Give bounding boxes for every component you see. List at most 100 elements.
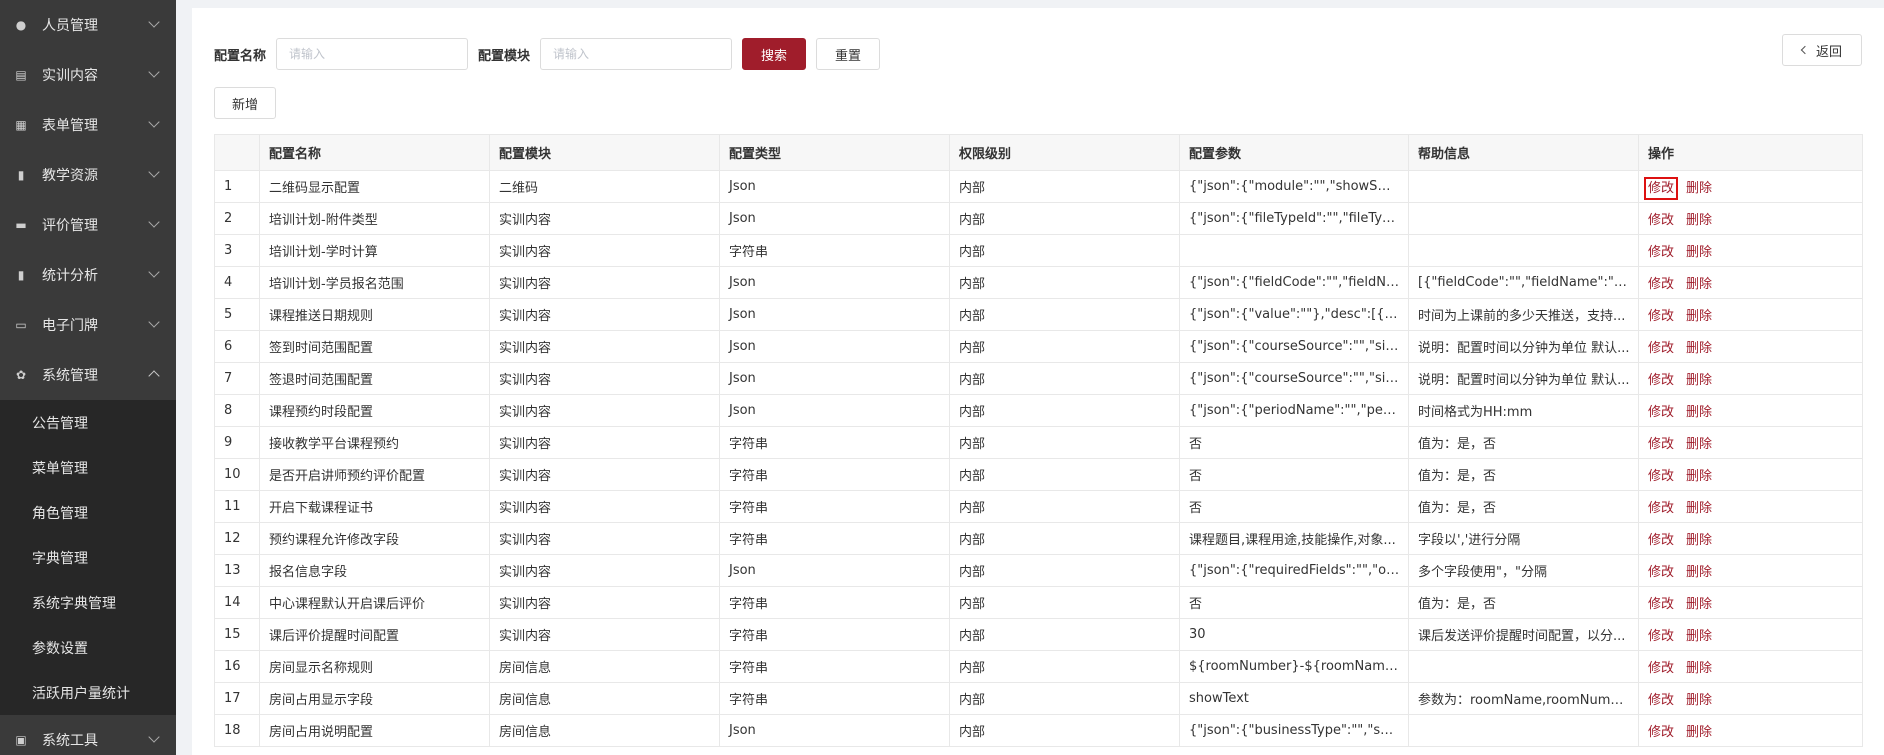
table-cell xyxy=(1408,234,1639,267)
delete-link[interactable]: 删除 xyxy=(1686,181,1712,196)
sidebar-item-4[interactable]: ▮ 教学资源 xyxy=(0,150,176,200)
toolbox-icon: ▣ xyxy=(15,733,27,747)
table-cell xyxy=(1408,714,1639,747)
system-submenu: 公告管理 菜单管理 角色管理 字典管理 系统字典管理 参数设置 活跃用户量统计 xyxy=(0,400,176,715)
submenu-item-1[interactable]: 公告管理 xyxy=(0,400,176,445)
edit-link[interactable]: 修改 xyxy=(1648,629,1674,644)
edit-link[interactable]: 修改 xyxy=(1648,277,1674,292)
edit-link[interactable]: 修改 xyxy=(1643,177,1679,200)
config-module-input[interactable] xyxy=(540,38,733,70)
edit-link[interactable]: 修改 xyxy=(1648,373,1674,388)
table-cell: 值为：是，否 xyxy=(1408,490,1639,523)
edit-link[interactable]: 修改 xyxy=(1648,533,1674,548)
search-button[interactable]: 搜索 xyxy=(742,38,807,70)
delete-link[interactable]: 删除 xyxy=(1686,277,1712,292)
delete-link[interactable]: 删除 xyxy=(1686,533,1712,548)
sidebar-item-5[interactable]: ▬ 评价管理 xyxy=(0,200,176,250)
add-button[interactable]: 新增 xyxy=(214,87,276,119)
table-cell: 17 xyxy=(214,682,260,715)
search-bar: 配置名称 配置模块 搜索 重置 xyxy=(214,34,881,74)
submenu-item-3[interactable]: 角色管理 xyxy=(0,490,176,535)
chevron-down-icon xyxy=(148,116,160,128)
operations-cell: 修改 删除 xyxy=(1638,490,1863,523)
table-row: 4 培训计划-学员报名范围 实训内容 Json 内部 {"json":{"fieldCod… xyxy=(214,266,1863,299)
edit-link[interactable]: 修改 xyxy=(1648,661,1674,676)
delete-link[interactable]: 删除 xyxy=(1686,341,1712,356)
sidebar-item-3[interactable]: ▦ 表单管理 xyxy=(0,100,176,150)
submenu-item-5[interactable]: 系统字典管理 xyxy=(0,580,176,625)
submenu-item-6[interactable]: 参数设置 xyxy=(0,625,176,670)
delete-link[interactable]: 删除 xyxy=(1686,437,1712,452)
table-cell: 9 xyxy=(214,426,260,459)
table-cell: Json xyxy=(719,554,950,587)
reset-button[interactable]: 重置 xyxy=(816,38,881,70)
table-cell: 课程推送日期规则 xyxy=(259,298,490,331)
config-name-input[interactable] xyxy=(276,38,469,70)
table-cell: {"json":{"fileTypeId":"","fileTypeNam... xyxy=(1179,202,1409,235)
sidebar-item-2[interactable]: ▤ 实训内容 xyxy=(0,50,176,100)
edit-link[interactable]: 修改 xyxy=(1648,725,1674,740)
table-cell xyxy=(1408,202,1639,235)
sidebar-item-1[interactable]: ● 人员管理 xyxy=(0,0,176,50)
edit-link[interactable]: 修改 xyxy=(1648,597,1674,612)
table-cell: 实训内容 xyxy=(489,458,720,491)
submenu-item-7[interactable]: 活跃用户量统计 xyxy=(0,670,176,715)
edit-link[interactable]: 修改 xyxy=(1648,693,1674,708)
back-button[interactable]: 返回 xyxy=(1782,34,1862,66)
edit-link[interactable]: 修改 xyxy=(1648,501,1674,516)
delete-link[interactable]: 删除 xyxy=(1686,245,1712,260)
submenu-item-2[interactable]: 菜单管理 xyxy=(0,445,176,490)
delete-link[interactable]: 删除 xyxy=(1686,693,1712,708)
edit-link[interactable]: 修改 xyxy=(1648,341,1674,356)
delete-link[interactable]: 删除 xyxy=(1686,469,1712,484)
edit-link[interactable]: 修改 xyxy=(1648,245,1674,260)
table-cell: 内部 xyxy=(949,490,1180,523)
table-cell: 18 xyxy=(214,714,260,747)
column-header: 权限级别 xyxy=(949,134,1180,171)
table-cell: 内部 xyxy=(949,394,1180,427)
submenu-item-4[interactable]: 字典管理 xyxy=(0,535,176,580)
delete-link[interactable]: 删除 xyxy=(1686,373,1712,388)
table-row: 6 签到时间范围配置 实训内容 Json 内部 {"json":{"courseSourc… xyxy=(214,330,1863,363)
chevron-down-icon xyxy=(148,216,160,228)
table-cell: 二维码 xyxy=(489,170,720,203)
edit-link[interactable]: 修改 xyxy=(1648,469,1674,484)
book-icon: ▮ xyxy=(17,168,25,182)
table-row: 9 接收教学平台课程预约 实训内容 字符串 内部否值为：是，否 修改 删除 xyxy=(214,426,1863,459)
sidebar-item-6[interactable]: ▮ 统计分析 xyxy=(0,250,176,300)
table-row: 10 是否开启讲师预约评价配置 实训内容 字符串 内部否值为：是，否 修改 删除 xyxy=(214,458,1863,491)
delete-link[interactable]: 删除 xyxy=(1686,725,1712,740)
delete-link[interactable]: 删除 xyxy=(1686,501,1712,516)
delete-link[interactable]: 删除 xyxy=(1686,213,1712,228)
sidebar-item-7[interactable]: ▭ 电子门牌 xyxy=(0,300,176,350)
edit-link[interactable]: 修改 xyxy=(1648,405,1674,420)
sidebar-item-8[interactable]: ✿ 系统管理 xyxy=(0,350,176,400)
table-cell: 6 xyxy=(214,330,260,363)
table-cell: 内部 xyxy=(949,426,1180,459)
table-header: 配置名称 配置模块 配置类型 权限级别 配置参数 帮助信息 操作 xyxy=(214,134,1863,171)
column-header xyxy=(214,134,260,171)
table-cell: 内部 xyxy=(949,234,1180,267)
table-cell: 否 xyxy=(1179,490,1409,523)
operations-cell: 修改 删除 xyxy=(1638,650,1863,683)
delete-link[interactable]: 删除 xyxy=(1686,661,1712,676)
column-header: 操作 xyxy=(1638,134,1863,171)
delete-link[interactable]: 删除 xyxy=(1686,597,1712,612)
table-cell: Json xyxy=(719,170,950,203)
edit-link[interactable]: 修改 xyxy=(1648,437,1674,452)
rating-icon: ▬ xyxy=(15,218,27,232)
table-cell: 3 xyxy=(214,234,260,267)
delete-link[interactable]: 删除 xyxy=(1686,629,1712,644)
table-row: 1 二维码显示配置 二维码 Json 内部 {"json":{"module":"","s… xyxy=(214,170,1863,203)
sidebar-item-tools[interactable]: ▣ 系统工具 xyxy=(0,715,176,755)
edit-link[interactable]: 修改 xyxy=(1648,213,1674,228)
table-cell: 签到时间范围配置 xyxy=(259,330,490,363)
delete-link[interactable]: 删除 xyxy=(1686,309,1712,324)
delete-link[interactable]: 删除 xyxy=(1686,405,1712,420)
edit-link[interactable]: 修改 xyxy=(1648,309,1674,324)
table-cell: 实训内容 xyxy=(489,586,720,619)
delete-link[interactable]: 删除 xyxy=(1686,565,1712,580)
table-cell: 接收教学平台课程预约 xyxy=(259,426,490,459)
edit-link[interactable]: 修改 xyxy=(1648,565,1674,580)
table-cell: {"json":{"courseSource":"","signInSt... xyxy=(1179,330,1409,363)
